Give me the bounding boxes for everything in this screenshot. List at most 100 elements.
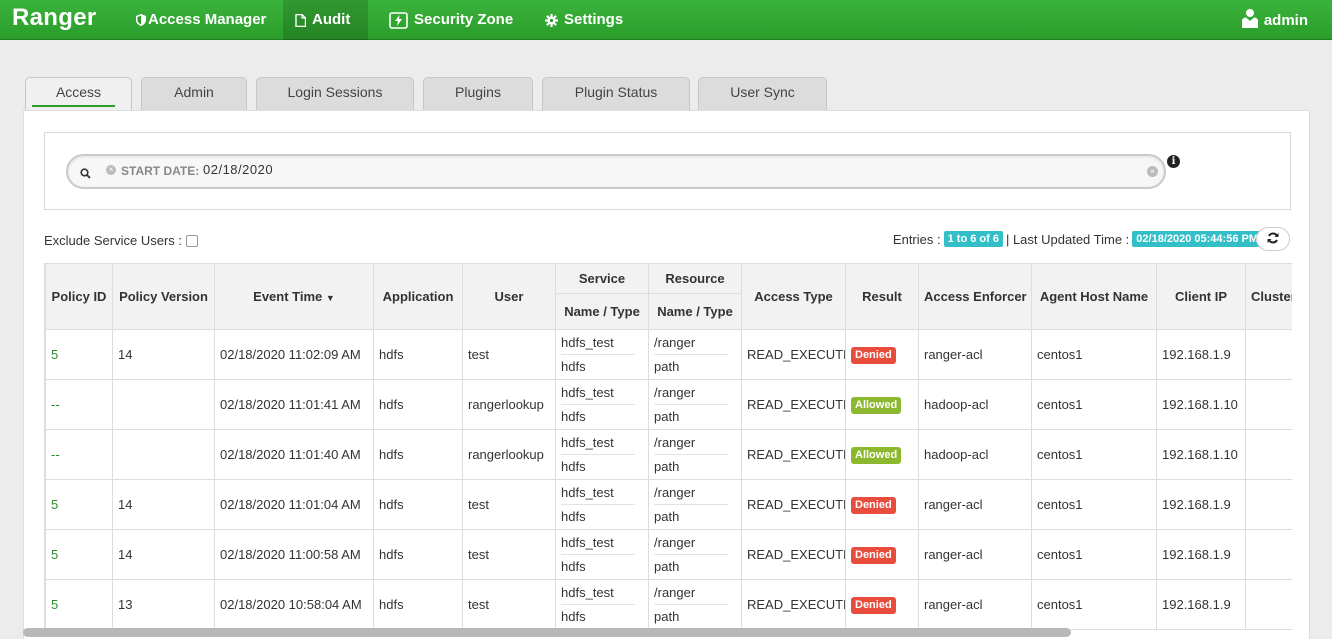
table-row[interactable]: 5 14 02/18/2020 11:00:58 AM hdfs test hd… — [45, 529, 1292, 580]
info-icon[interactable]: i — [1167, 155, 1180, 168]
table-row[interactable]: 5 14 02/18/2020 11:01:04 AM hdfs test hd… — [45, 479, 1292, 530]
remove-facet-icon[interactable]: × — [106, 165, 116, 175]
service-type: hdfs — [561, 358, 586, 374]
cell-user: test — [462, 329, 556, 380]
audit-table-container[interactable]: Policy ID Policy Version Event Time ▼ Ap… — [44, 263, 1292, 633]
cell-policy-id[interactable]: 5 — [45, 329, 113, 380]
resource-type: path — [654, 608, 680, 624]
cell-client-ip: 192.168.1.9 — [1156, 479, 1246, 530]
cell-application: hdfs — [373, 329, 463, 380]
cell-access-type: READ_EXECUTE — [741, 429, 846, 480]
cell-cluster — [1245, 579, 1292, 630]
entries-info: Entries : 1 to 6 of 6 | Last Updated Tim… — [893, 231, 1265, 247]
service-name: hdfs_test — [561, 534, 635, 555]
cell-access-type: READ_EXECUTE — [741, 379, 846, 430]
cell-enforcer: hadoop-acl — [918, 379, 1032, 430]
top-navbar: Ranger Access Manager Audit Security Zon… — [0, 0, 1332, 40]
cell-resource: /ranger path — [648, 429, 742, 480]
service-name: hdfs_test — [561, 384, 635, 405]
search-container: × START DATE: 02/18/2020 × i — [44, 132, 1291, 210]
table-row[interactable]: -- 02/18/2020 11:01:40 AM hdfs rangerloo… — [45, 429, 1292, 480]
cell-service: hdfs_test hdfs — [555, 479, 649, 530]
cell-cluster — [1245, 429, 1292, 480]
header-event-time[interactable]: Event Time ▼ — [214, 263, 374, 330]
tab-login-sessions[interactable]: Login Sessions — [256, 77, 414, 110]
exclude-service-users-checkbox[interactable] — [186, 234, 198, 247]
tab-user-sync-label: User Sync — [730, 84, 795, 100]
cell-resource: /ranger path — [648, 529, 742, 580]
search-input[interactable]: × START DATE: 02/18/2020 × — [66, 154, 1166, 189]
cell-result: Allowed — [845, 379, 919, 430]
brand-logo[interactable]: Ranger — [12, 4, 97, 32]
cell-enforcer: ranger-acl — [918, 579, 1032, 630]
table-row[interactable]: 5 13 02/18/2020 10:58:04 AM hdfs test hd… — [45, 579, 1292, 630]
refresh-button[interactable] — [1256, 227, 1290, 251]
cell-policy-version: 13 — [112, 579, 215, 630]
resource-type: path — [654, 458, 680, 474]
cell-access-type: READ_EXECUTE — [741, 479, 846, 530]
tab-login-sessions-label: Login Sessions — [287, 84, 383, 100]
cell-service: hdfs_testhdfs — [555, 329, 649, 380]
cell-service: hdfs_test hdfs — [555, 529, 649, 580]
cell-user: test — [462, 579, 556, 630]
entries-count-badge: 1 to 6 of 6 — [943, 231, 1003, 247]
resource-name: /ranger — [654, 384, 728, 405]
tab-user-sync[interactable]: User Sync — [698, 77, 827, 110]
cell-policy-id[interactable]: 5 — [45, 579, 113, 630]
nav-audit[interactable]: Audit — [283, 0, 368, 40]
cell-result: Denied — [845, 529, 919, 580]
service-name: hdfs_test — [561, 334, 635, 355]
header-policy-version: Policy Version — [112, 263, 215, 330]
audit-table: Policy ID Policy Version Event Time ▼ Ap… — [45, 263, 1292, 630]
cell-enforcer: ranger-acl — [918, 529, 1032, 580]
cell-agent-host: centos1 — [1031, 479, 1157, 530]
cell-policy-id[interactable]: 5 — [45, 529, 113, 580]
facet-value[interactable]: 02/18/2020 — [203, 162, 273, 177]
resource-name: /ranger — [654, 534, 728, 555]
cell-agent-host: centos1 — [1031, 329, 1157, 380]
cell-application: hdfs — [373, 479, 463, 530]
horizontal-scrollbar[interactable] — [23, 628, 1071, 637]
cell-enforcer: ranger-acl — [918, 329, 1032, 380]
table-row[interactable]: -- 02/18/2020 11:01:41 AM hdfs rangerloo… — [45, 379, 1292, 430]
header-cluster-name: Cluster Name — [1245, 263, 1292, 330]
nav-access-manager[interactable]: Access Manager — [124, 0, 278, 40]
cell-cluster — [1245, 329, 1292, 380]
table-row[interactable]: 5 14 02/18/2020 11:02:09 AM hdfs test hd… — [45, 329, 1292, 380]
status-badge: Allowed — [851, 446, 902, 464]
nav-settings[interactable]: Settings — [533, 0, 635, 40]
resource-name: /ranger — [654, 484, 728, 505]
tab-plugin-status[interactable]: Plugin Status — [542, 77, 690, 110]
tab-admin[interactable]: Admin — [141, 77, 247, 110]
tab-plugins[interactable]: Plugins — [423, 77, 533, 110]
cell-result: Denied — [845, 579, 919, 630]
service-type: hdfs — [561, 458, 586, 474]
nav-security-zone[interactable]: Security Zone — [377, 0, 525, 40]
tab-access[interactable]: Access — [25, 77, 132, 110]
service-name: hdfs_test — [561, 434, 635, 455]
cell-event-time: 02/18/2020 11:02:09 AM — [214, 329, 374, 380]
cell-policy-version: 14 — [112, 479, 215, 530]
resource-type: path — [654, 408, 680, 424]
cell-user: test — [462, 529, 556, 580]
resource-name: /ranger — [654, 334, 728, 355]
search-icon — [80, 167, 91, 182]
cell-policy-id[interactable]: 5 — [45, 479, 113, 530]
cell-cluster — [1245, 379, 1292, 430]
cell-enforcer: ranger-acl — [918, 479, 1032, 530]
audit-panel: × START DATE: 02/18/2020 × i Exclude Ser… — [23, 110, 1310, 639]
nav-settings-label: Settings — [564, 11, 624, 28]
nav-security-zone-label: Security Zone — [414, 11, 514, 28]
header-agent-host: Agent Host Name — [1031, 263, 1157, 330]
cell-event-time: 02/18/2020 11:01:40 AM — [214, 429, 374, 480]
user-name: admin — [1263, 11, 1308, 29]
sort-desc-icon: ▼ — [325, 293, 335, 303]
clear-search-icon[interactable]: × — [1147, 166, 1158, 177]
cell-client-ip: 192.168.1.9 — [1156, 329, 1246, 380]
exclude-label: Exclude Service Users : — [44, 233, 182, 248]
cell-agent-host: centos1 — [1031, 579, 1157, 630]
resource-name: /ranger — [654, 584, 728, 605]
last-updated-badge: 02/18/2020 05:44:56 PM — [1132, 231, 1262, 247]
status-badge: Denied — [851, 546, 896, 564]
user-menu[interactable]: admin — [1241, 0, 1308, 40]
